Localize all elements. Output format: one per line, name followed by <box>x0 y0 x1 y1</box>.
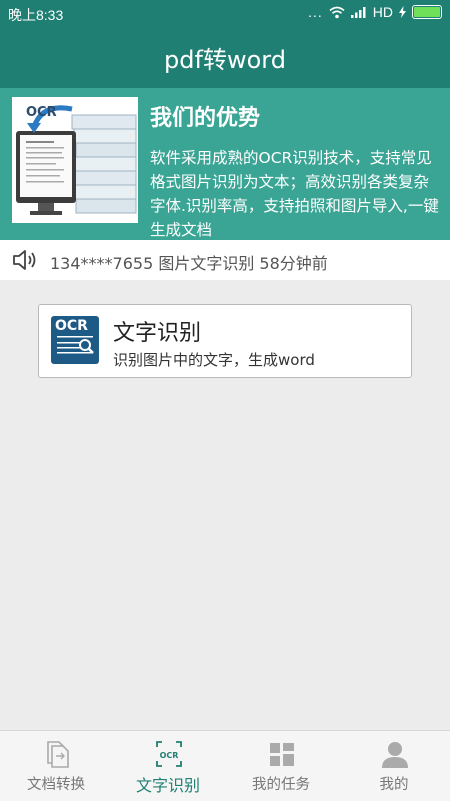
status-icons: ... HD <box>308 4 442 20</box>
nav-label-document-convert: 文档转换 <box>27 777 85 793</box>
ocr-feature-card[interactable]: OCR 文字识别 识别图片中的文字，生成word <box>38 304 412 378</box>
nav-item-my-tasks[interactable]: 我的任务 <box>225 731 337 801</box>
charging-icon <box>399 6 406 18</box>
app-header: pdf转word <box>0 26 450 88</box>
status-bar: 晚上8:33 ... HD <box>0 0 450 26</box>
banner-ocr-text: OCR <box>26 105 57 120</box>
ticker-text: 134****7655 图片文字识别 58分钟前 <box>50 254 328 273</box>
banner-illustration: OCR <box>12 97 138 223</box>
status-time: 晚上8:33 <box>8 7 64 23</box>
more-dots-icon: ... <box>308 4 323 20</box>
ocr-card-title: 文字识别 <box>113 321 202 346</box>
nav-item-ocr[interactable]: OCR 文字识别 <box>112 731 224 801</box>
activity-ticker: 134****7655 图片文字识别 58分钟前 <box>0 240 450 280</box>
speaker-icon <box>13 250 36 270</box>
battery-icon <box>412 5 442 19</box>
network-type: HD <box>372 4 393 20</box>
nav-label-ocr: 文字识别 <box>135 776 200 795</box>
ocr-logo-text: OCR <box>55 318 88 334</box>
ocr-card-subtitle: 识别图片中的文字，生成word <box>113 351 315 369</box>
bottom-navigation: 文档转换 OCR 文字识别 我的任务 我的 <box>0 730 450 801</box>
nav-label-profile: 我的 <box>379 777 409 793</box>
advantage-banner: OCR 我们的优势 软件采用成熟的OCR识别技术，支持常见格式图片识别为文本；高… <box>0 88 450 240</box>
nav-label-my-tasks: 我的任务 <box>252 777 310 793</box>
task-grid-icon <box>270 743 294 766</box>
nav-item-profile[interactable]: 我的 <box>338 731 450 801</box>
signal-icon <box>350 7 366 18</box>
document-convert-icon <box>47 741 69 768</box>
nav-item-document-convert[interactable]: 文档转换 <box>0 731 112 801</box>
banner-description: 软件采用成熟的OCR识别技术，支持常见格式图片识别为文本；高效识别各类复杂字体.… <box>150 149 439 239</box>
wifi-icon <box>329 6 345 18</box>
banner-title: 我们的优势 <box>150 106 261 131</box>
page-title: pdf转word <box>164 45 286 74</box>
user-icon <box>382 742 408 768</box>
svg-text:OCR: OCR <box>160 751 179 760</box>
ocr-scan-icon: OCR <box>156 741 182 767</box>
